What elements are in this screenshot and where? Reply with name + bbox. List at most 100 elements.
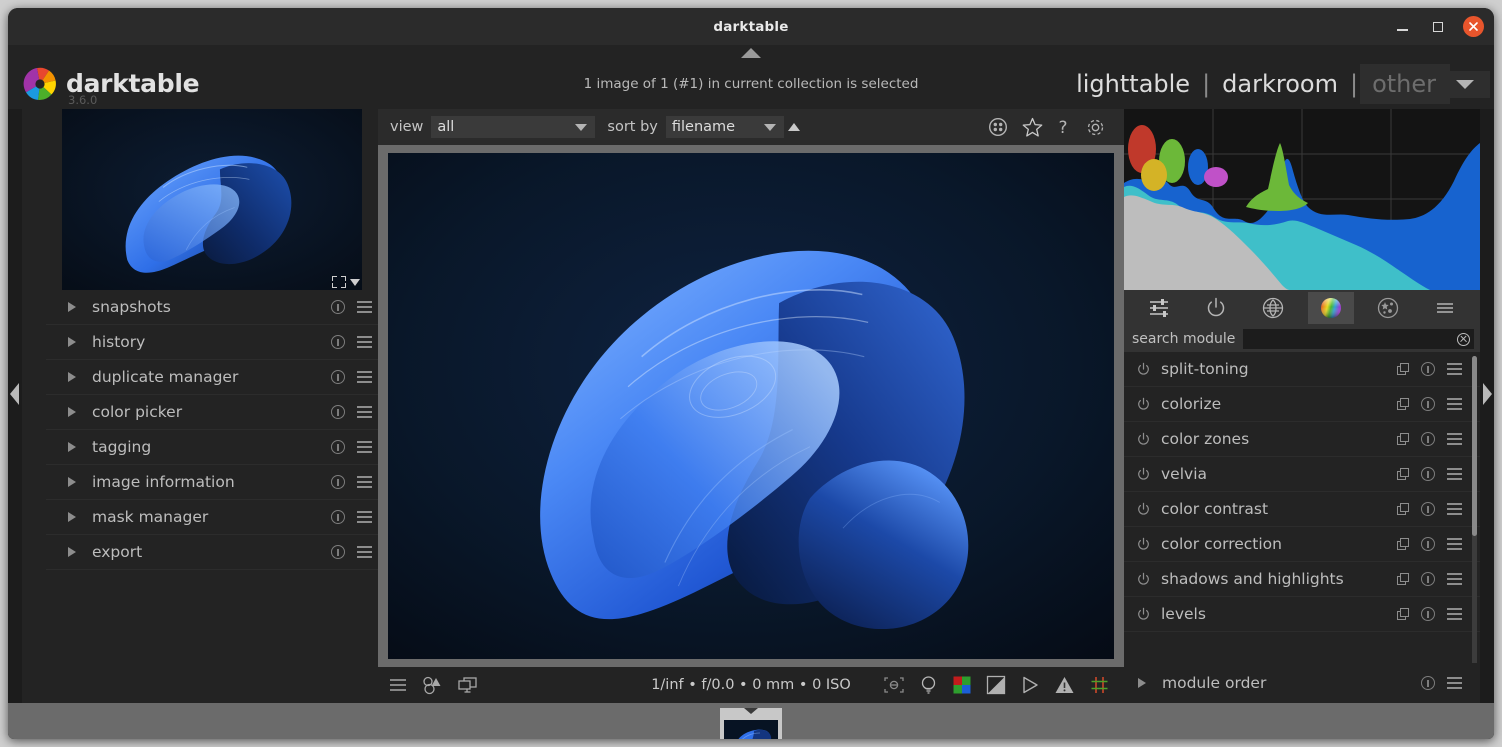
clear-circle-icon[interactable] bbox=[1457, 332, 1470, 346]
module-presets-tab[interactable] bbox=[1422, 292, 1468, 324]
preferences-gear-icon[interactable] bbox=[1085, 117, 1106, 138]
triangle-right-icon[interactable] bbox=[1483, 383, 1492, 405]
info-icon[interactable] bbox=[1421, 397, 1435, 411]
fit-to-screen-icon[interactable] bbox=[332, 276, 346, 288]
presets-hamburger-icon[interactable] bbox=[388, 676, 408, 694]
hamburger-icon[interactable] bbox=[357, 336, 372, 348]
second-window-icon[interactable] bbox=[457, 676, 478, 695]
triangle-up-icon[interactable] bbox=[741, 48, 761, 58]
multi-instance-icon[interactable] bbox=[1397, 537, 1410, 551]
info-icon[interactable] bbox=[331, 300, 345, 314]
info-icon[interactable] bbox=[1421, 537, 1435, 551]
overexposed-warning-icon[interactable] bbox=[1054, 675, 1075, 695]
softproof-icon[interactable] bbox=[1020, 675, 1040, 695]
sidebar-item-export[interactable]: export bbox=[46, 535, 378, 570]
iop-shadows-and-highlights[interactable]: shadows and highlights bbox=[1124, 562, 1480, 597]
view-other-dropdown[interactable] bbox=[1450, 70, 1490, 98]
close-button[interactable] bbox=[1463, 16, 1484, 37]
power-icon[interactable] bbox=[1136, 397, 1151, 412]
iop-velvia[interactable]: velvia bbox=[1124, 457, 1480, 492]
filmstrip[interactable] bbox=[8, 703, 1494, 739]
maximize-button[interactable] bbox=[1427, 16, 1449, 38]
multi-instance-icon[interactable] bbox=[1397, 397, 1410, 411]
hamburger-icon[interactable] bbox=[1447, 503, 1462, 515]
triangle-left-icon[interactable] bbox=[10, 383, 19, 405]
power-icon[interactable] bbox=[1136, 537, 1151, 552]
sidebar-item-color-picker[interactable]: color picker bbox=[46, 395, 378, 430]
hamburger-icon[interactable] bbox=[357, 441, 372, 453]
sidebar-item-snapshots[interactable]: snapshots bbox=[46, 290, 378, 325]
multi-instance-icon[interactable] bbox=[1397, 432, 1410, 446]
view-filter-select[interactable]: all bbox=[431, 116, 596, 138]
hamburger-icon[interactable] bbox=[357, 476, 372, 488]
iop-color-correction[interactable]: color correction bbox=[1124, 527, 1480, 562]
power-icon[interactable] bbox=[1136, 432, 1151, 447]
info-icon[interactable] bbox=[1421, 676, 1435, 690]
duplicate-instance-icon[interactable] bbox=[422, 676, 443, 695]
info-icon[interactable] bbox=[1421, 607, 1435, 621]
iop-split-toning[interactable]: split-toning bbox=[1124, 352, 1480, 387]
info-icon[interactable] bbox=[331, 545, 345, 559]
chevron-down-icon[interactable] bbox=[350, 278, 360, 286]
hamburger-icon[interactable] bbox=[357, 301, 372, 313]
multi-instance-icon[interactable] bbox=[1397, 502, 1410, 516]
scrollbar-thumb[interactable] bbox=[1472, 356, 1477, 536]
hamburger-icon[interactable] bbox=[357, 511, 372, 523]
gamut-check-icon[interactable] bbox=[986, 675, 1006, 695]
technical-group-tab[interactable] bbox=[1250, 292, 1296, 324]
iop-color-contrast[interactable]: color contrast bbox=[1124, 492, 1480, 527]
power-icon[interactable] bbox=[1136, 572, 1151, 587]
hamburger-icon[interactable] bbox=[1447, 468, 1462, 480]
focus-peaking-icon[interactable] bbox=[883, 675, 905, 695]
effects-group-tab[interactable] bbox=[1365, 292, 1411, 324]
help-icon[interactable]: ? bbox=[1057, 117, 1071, 138]
sort-ascending-icon[interactable] bbox=[787, 123, 800, 131]
hamburger-icon[interactable] bbox=[357, 406, 372, 418]
base-group-tab[interactable] bbox=[1193, 292, 1239, 324]
info-icon[interactable] bbox=[331, 440, 345, 454]
color-label-icon[interactable] bbox=[988, 117, 1008, 137]
search-module-input[interactable] bbox=[1243, 331, 1474, 347]
power-icon[interactable] bbox=[1136, 362, 1151, 377]
power-icon[interactable] bbox=[1136, 502, 1151, 517]
hamburger-icon[interactable] bbox=[1447, 538, 1462, 550]
sidebar-item-tagging[interactable]: tagging bbox=[46, 430, 378, 465]
main-image[interactable] bbox=[388, 153, 1114, 659]
view-lighttable[interactable]: lighttable bbox=[1066, 68, 1200, 100]
sidebar-item-image-information[interactable]: image information bbox=[46, 465, 378, 500]
iop-color-zones[interactable]: color zones bbox=[1124, 422, 1480, 457]
hamburger-icon[interactable] bbox=[1447, 363, 1462, 375]
info-icon[interactable] bbox=[331, 510, 345, 524]
view-other[interactable]: other bbox=[1360, 64, 1450, 104]
multi-instance-icon[interactable] bbox=[1397, 467, 1410, 481]
info-icon[interactable] bbox=[1421, 502, 1435, 516]
iop-colorize[interactable]: colorize bbox=[1124, 387, 1480, 422]
color-assessment-icon[interactable] bbox=[952, 675, 972, 695]
info-icon[interactable] bbox=[1421, 362, 1435, 376]
grading-group-tab[interactable] bbox=[1307, 292, 1354, 324]
raw-overexposure-grid-icon[interactable] bbox=[1089, 675, 1110, 695]
iop-list-scrollbar[interactable] bbox=[1472, 356, 1477, 663]
info-icon[interactable] bbox=[331, 405, 345, 419]
histogram[interactable] bbox=[1124, 109, 1480, 290]
navigation-preview[interactable] bbox=[62, 109, 362, 290]
multi-instance-icon[interactable] bbox=[1397, 572, 1410, 586]
filmstrip-thumbnail-1[interactable] bbox=[720, 708, 782, 739]
info-icon[interactable] bbox=[331, 335, 345, 349]
power-icon[interactable] bbox=[1136, 607, 1151, 622]
info-icon[interactable] bbox=[1421, 467, 1435, 481]
hamburger-icon[interactable] bbox=[1447, 677, 1462, 689]
module-order-row[interactable]: module order bbox=[1124, 663, 1480, 703]
minimize-button[interactable] bbox=[1391, 16, 1413, 38]
sidebar-item-history[interactable]: history bbox=[46, 325, 378, 360]
multi-instance-icon[interactable] bbox=[1397, 607, 1410, 621]
info-icon[interactable] bbox=[1421, 572, 1435, 586]
sort-by-select[interactable]: filename bbox=[665, 116, 784, 138]
multi-instance-icon[interactable] bbox=[1397, 362, 1410, 376]
sidebar-item-mask-manager[interactable]: mask manager bbox=[46, 500, 378, 535]
iso12646-lightbulb-icon[interactable] bbox=[919, 675, 938, 695]
power-icon[interactable] bbox=[1136, 467, 1151, 482]
info-icon[interactable] bbox=[1421, 432, 1435, 446]
hamburger-icon[interactable] bbox=[1447, 608, 1462, 620]
star-rating-icon[interactable] bbox=[1022, 117, 1043, 138]
